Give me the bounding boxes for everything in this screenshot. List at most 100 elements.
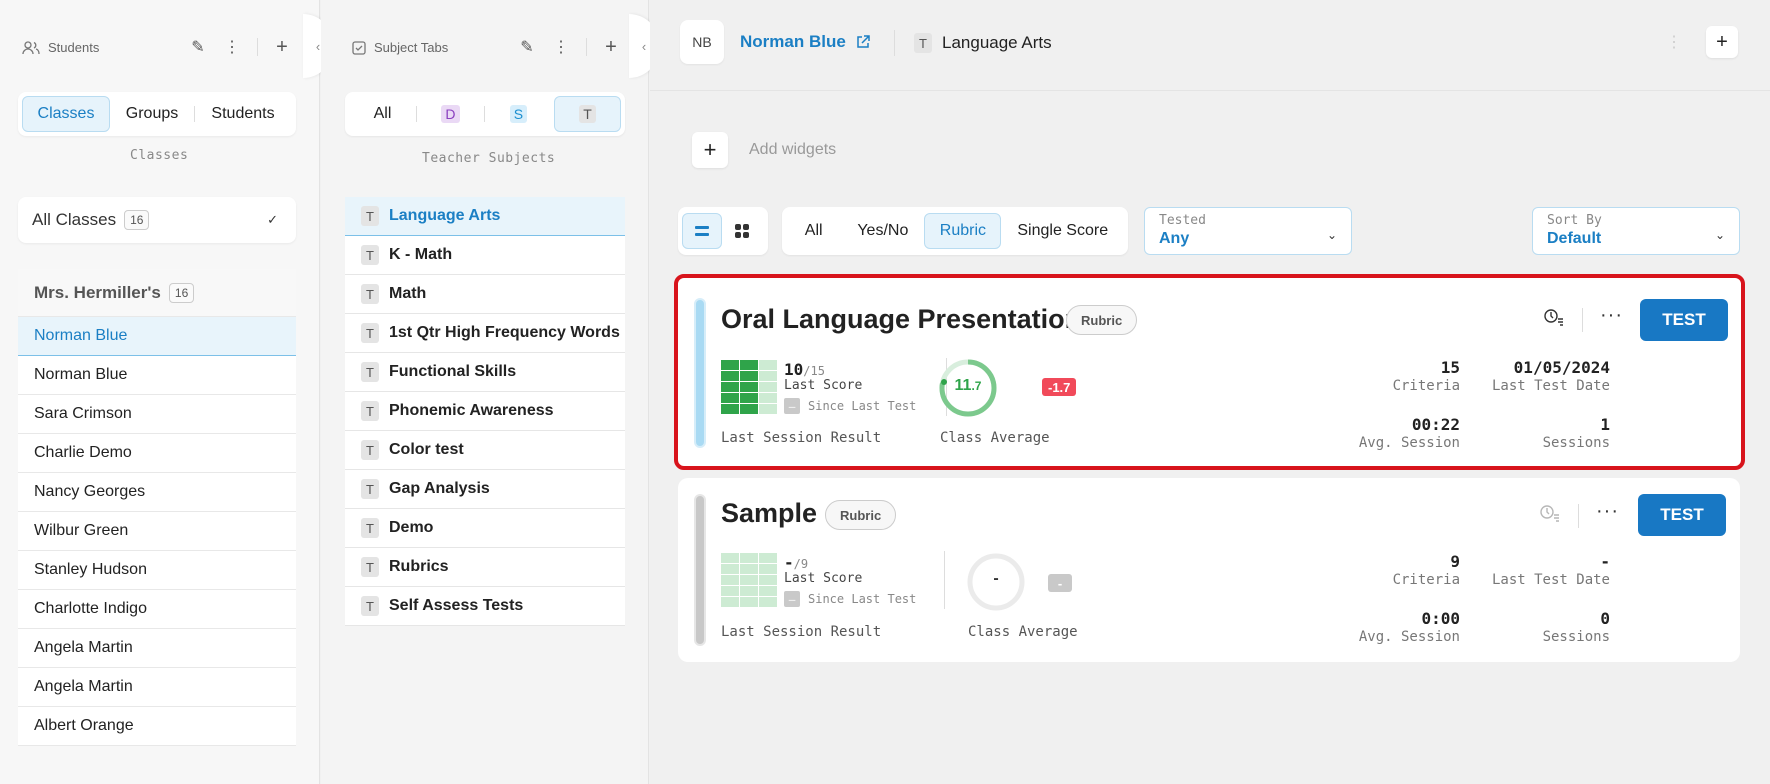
divider	[944, 551, 945, 609]
student-list-item[interactable]: Angela Martin	[18, 629, 296, 668]
history-icon[interactable]	[1544, 308, 1564, 331]
card-accent-bar	[694, 298, 706, 448]
since-value: –	[784, 591, 800, 607]
score-grid	[721, 553, 777, 607]
student-list-item[interactable]: Stanley Hudson	[18, 551, 296, 590]
add-icon[interactable]: +	[271, 36, 293, 58]
chevron-down-icon: ⌄	[1714, 228, 1725, 242]
add-widgets-label: Add widgets	[749, 141, 837, 158]
student-list-item[interactable]: Norman Blue	[18, 356, 296, 395]
more-vertical-icon[interactable]: ⋮	[221, 36, 243, 58]
student-list-item[interactable]: Wilbur Green	[18, 512, 296, 551]
more-options-icon[interactable]: ···	[1600, 304, 1623, 327]
subject-list-item[interactable]: T Gap Analysis	[345, 470, 625, 509]
segment-classes[interactable]: Classes	[22, 96, 110, 132]
student-list-item[interactable]: Norman Blue	[18, 317, 296, 356]
all-classes-item[interactable]: All Classes 16 ✓	[18, 197, 296, 243]
edit-icon[interactable]: ✎	[516, 36, 538, 58]
divider	[257, 38, 258, 56]
tested-dropdown[interactable]: Tested Any ⌄	[1144, 207, 1352, 255]
subject-list-item[interactable]: T Phonemic Awareness	[345, 392, 625, 431]
delta-badge: -1.7	[1042, 378, 1077, 396]
students-panel: Students ✎ ⋮ + Classes Groups Students C…	[0, 0, 333, 784]
subject-list-item[interactable]: T Functional Skills	[345, 353, 625, 392]
segment-groups[interactable]: Groups	[110, 96, 194, 132]
sort-dropdown[interactable]: Sort By Default ⌄	[1532, 207, 1740, 255]
student-list-item[interactable]: Charlotte Indigo	[18, 590, 296, 629]
divider	[894, 30, 895, 56]
subject-label: Rubrics	[389, 558, 449, 575]
type-single-score[interactable]: Single Score	[1001, 213, 1124, 249]
edit-icon[interactable]: ✎	[187, 36, 209, 58]
student-list-item[interactable]: Angela Martin	[18, 668, 296, 707]
class-avg-int: 11	[954, 377, 972, 394]
filter-all[interactable]: All	[349, 96, 416, 132]
student-list-item[interactable]: Charlie Demo	[18, 434, 296, 473]
count-badge: 16	[124, 210, 150, 230]
type-rubric[interactable]: Rubric	[924, 213, 1002, 249]
last-test-date-value: -	[1600, 552, 1610, 571]
class-group-header[interactable]: Mrs. Hermiller's 16	[18, 269, 296, 317]
divider	[1582, 308, 1583, 332]
more-vertical-icon[interactable]: ⋮	[550, 36, 572, 58]
t-chip: T	[914, 33, 932, 53]
sessions-value: 0	[1600, 609, 1610, 628]
sessions-label: Sessions	[1542, 629, 1610, 645]
drag-handle-icon[interactable]: ⋮	[1666, 32, 1682, 52]
t-chip: T	[361, 323, 379, 343]
subject-list-item[interactable]: T Rubrics	[345, 548, 625, 587]
segment-students[interactable]: Students	[195, 96, 291, 132]
subject-list-item[interactable]: T Color test	[345, 431, 625, 470]
score-value: -	[784, 553, 794, 572]
sessions-value: 1	[1600, 415, 1610, 434]
class-average-label: Class Average	[940, 430, 1050, 446]
subject-list-item[interactable]: T Math	[345, 275, 625, 314]
filter-s-chip: S	[509, 105, 528, 123]
filter-district[interactable]: D	[417, 96, 484, 132]
subject-list-item[interactable]: T Language Arts	[345, 197, 625, 236]
last-test-date-value: 01/05/2024	[1513, 358, 1610, 377]
grid-view-button[interactable]	[722, 213, 762, 249]
sort-value: Default	[1547, 230, 1602, 247]
delta-badge: -	[1048, 574, 1072, 592]
grid-view-icon	[735, 224, 749, 238]
chevron-down-icon: ⌄	[1326, 228, 1337, 242]
divider	[586, 38, 587, 56]
filter-teacher[interactable]: T	[553, 96, 621, 132]
subjects-list: T Language Arts T K - Math T Math T 1st Qtr Hig…	[345, 197, 625, 626]
list-view-button[interactable]	[682, 213, 722, 249]
test-card[interactable]: Sample Rubric ··· TEST -/9 Last Score – S…	[678, 478, 1740, 662]
t-chip: T	[361, 401, 379, 421]
class-average-value: 11.7	[938, 377, 998, 395]
student-name-link[interactable]: Norman Blue	[740, 32, 870, 52]
more-options-icon[interactable]: ···	[1596, 500, 1619, 523]
student-list-item[interactable]: Sara Crimson	[18, 395, 296, 434]
history-icon[interactable]	[1540, 504, 1560, 527]
students-list: Mrs. Hermiller's 16 Norman Blue Norman Bl…	[18, 269, 296, 746]
since-label: Since Last Test	[808, 592, 917, 606]
test-button[interactable]: TEST	[1638, 494, 1726, 536]
test-title: Sample	[721, 498, 818, 528]
filter-school[interactable]: S	[485, 96, 552, 132]
subject-list-item[interactable]: T 1st Qtr High Frequency Words	[345, 314, 625, 353]
tested-value: Any	[1159, 230, 1190, 247]
subjects-panel-header: Subject Tabs	[352, 40, 448, 55]
add-widgets-area[interactable]: + Add widgets	[678, 117, 998, 183]
student-list-item[interactable]: Albert Orange	[18, 707, 296, 746]
test-button[interactable]: TEST	[1640, 299, 1728, 341]
type-all[interactable]: All	[786, 213, 841, 249]
test-card[interactable]: Oral Language Presentation Rubric ··· TE…	[674, 274, 1745, 470]
student-list-item[interactable]: Nancy Georges	[18, 473, 296, 512]
subject-label: Functional Skills	[389, 363, 517, 380]
type-yes-no[interactable]: Yes/No	[841, 213, 924, 249]
subject-list-item[interactable]: T Demo	[345, 509, 625, 548]
checkbox-icon	[352, 40, 366, 55]
add-widget-button[interactable]: +	[692, 132, 728, 168]
test-type-badge: Rubric	[825, 500, 897, 530]
t-chip: T	[361, 206, 379, 226]
last-test-date-label: Last Test Date	[1491, 572, 1610, 588]
add-icon[interactable]: +	[600, 36, 622, 58]
subject-list-item[interactable]: T K - Math	[345, 236, 625, 275]
subject-list-item[interactable]: T Self Assess Tests	[345, 587, 625, 626]
add-button[interactable]: +	[1706, 26, 1738, 58]
